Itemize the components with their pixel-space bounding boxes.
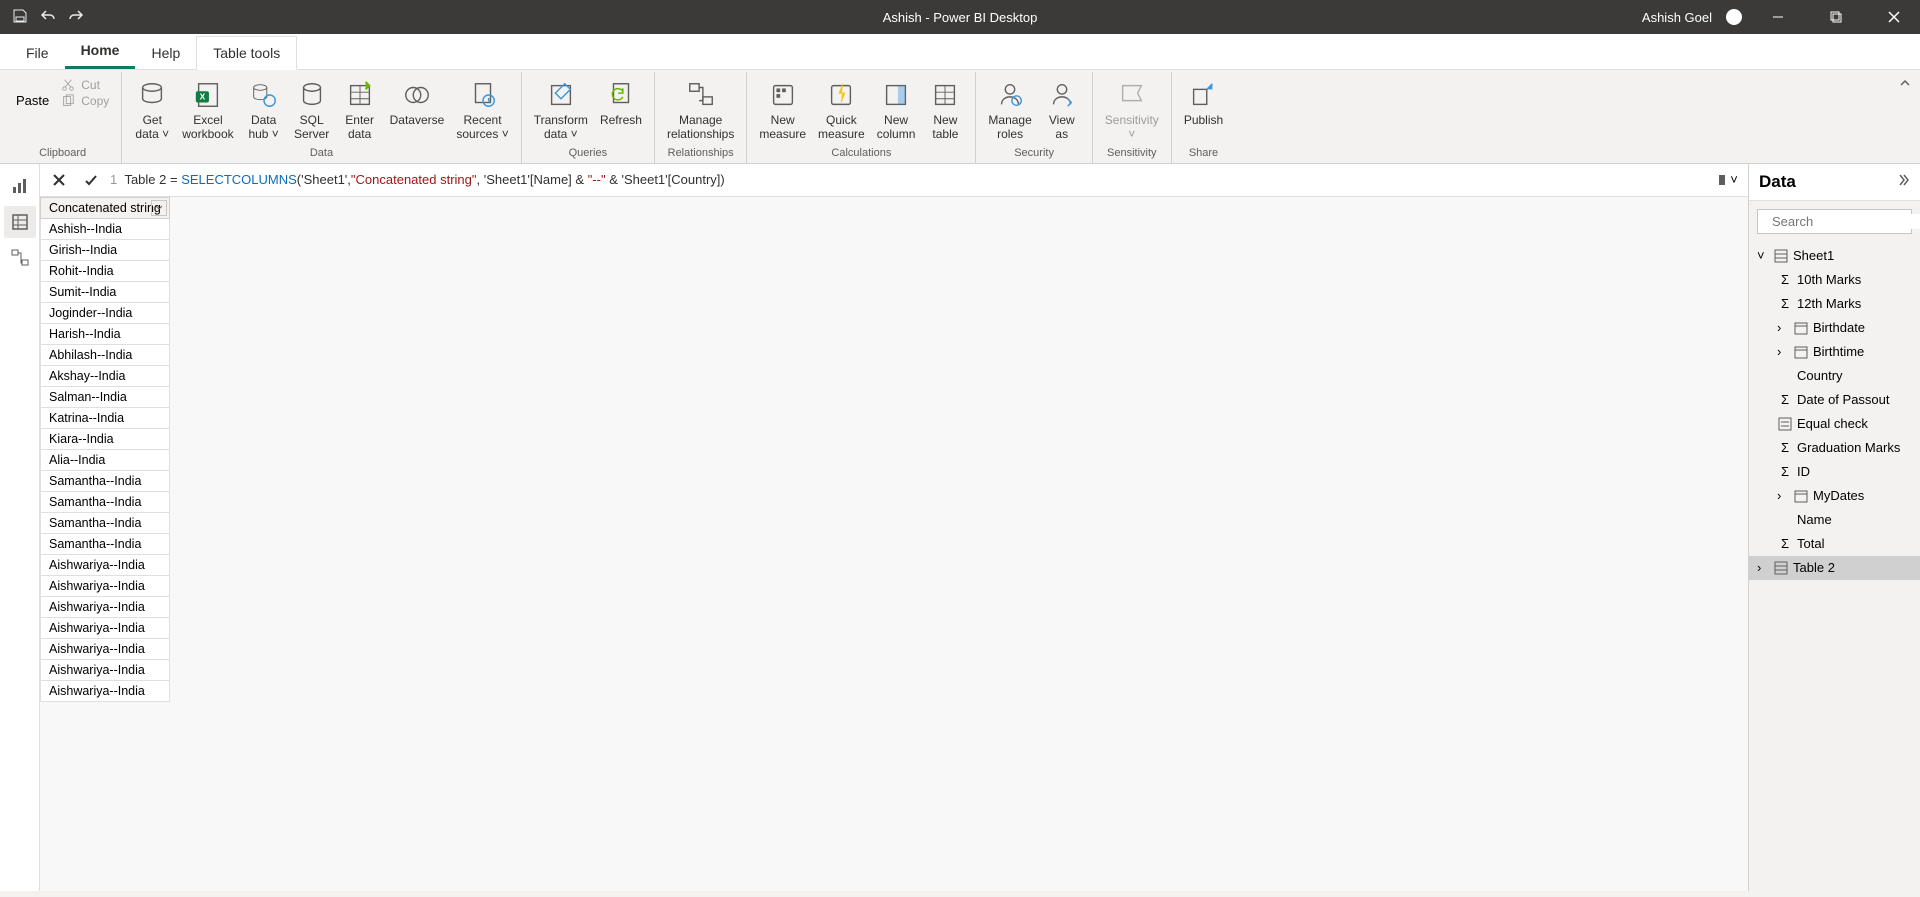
- transform-data-button[interactable]: Transformdata ˅: [530, 76, 592, 144]
- data-view-button[interactable]: [4, 206, 36, 238]
- new-table-button[interactable]: Newtable: [923, 76, 967, 144]
- table-cell[interactable]: Aishwariya--India: [41, 680, 170, 701]
- field-mydates[interactable]: ›MyDates: [1749, 484, 1920, 508]
- field-12th-marks[interactable]: Σ12th Marks: [1749, 292, 1920, 316]
- table-node-table2[interactable]: ›Table 2: [1749, 556, 1920, 580]
- undo-icon[interactable]: [40, 8, 56, 27]
- table-cell[interactable]: Sumit--India: [41, 281, 170, 302]
- field-10th-marks[interactable]: Σ10th Marks: [1749, 268, 1920, 292]
- table-cell[interactable]: Joginder--India: [41, 302, 170, 323]
- user-name: Ashish Goel: [1642, 10, 1712, 25]
- table-cell[interactable]: Rohit--India: [41, 260, 170, 281]
- table-cell[interactable]: Ashish--India: [41, 218, 170, 239]
- tab-table-tools[interactable]: Table tools: [196, 36, 297, 70]
- table-cell[interactable]: Girish--India: [41, 239, 170, 260]
- table-cell[interactable]: Aishwariya--India: [41, 659, 170, 680]
- formula-input[interactable]: 1Table 2 = SELECTCOLUMNS('Sheet1',"Conca…: [110, 172, 1708, 187]
- report-view-button[interactable]: [4, 170, 36, 202]
- excel-workbook-button[interactable]: XExcelworkbook: [178, 76, 237, 144]
- new-measure-button[interactable]: Newmeasure: [755, 76, 810, 144]
- table-cell[interactable]: Samantha--India: [41, 512, 170, 533]
- tab-help[interactable]: Help: [135, 37, 196, 69]
- table-cell[interactable]: Aishwariya--India: [41, 575, 170, 596]
- field-id[interactable]: ΣID: [1749, 460, 1920, 484]
- formula-bar: 1Table 2 = SELECTCOLUMNS('Sheet1',"Conca…: [40, 164, 1748, 197]
- field-country[interactable]: Country: [1749, 364, 1920, 388]
- fields-pane-title: Data: [1759, 172, 1796, 192]
- table-cell[interactable]: Samantha--India: [41, 491, 170, 512]
- dataverse-button[interactable]: Dataverse: [386, 76, 449, 130]
- table-cell[interactable]: Alia--India: [41, 449, 170, 470]
- window-title: Ashish - Power BI Desktop: [883, 10, 1038, 25]
- manage-relationships-button[interactable]: Managerelationships: [663, 76, 738, 144]
- manage-roles-button[interactable]: Manageroles: [984, 76, 1035, 144]
- table-cell[interactable]: Harish--India: [41, 323, 170, 344]
- field-graduation-marks[interactable]: ΣGraduation Marks: [1749, 436, 1920, 460]
- publish-button[interactable]: Publish: [1180, 76, 1227, 130]
- titlebar: Ashish - Power BI Desktop Ashish Goel: [0, 0, 1920, 34]
- table-cell[interactable]: Aishwariya--India: [41, 554, 170, 575]
- avatar[interactable]: [1726, 9, 1742, 25]
- table-cell[interactable]: Salman--India: [41, 386, 170, 407]
- column-filter-icon[interactable]: [151, 200, 167, 216]
- quick-measure-button[interactable]: Quickmeasure: [814, 76, 869, 144]
- table-cell[interactable]: Abhilash--India: [41, 344, 170, 365]
- cut-button: Cut: [61, 78, 109, 92]
- collapse-ribbon-icon[interactable]: [1898, 76, 1912, 93]
- model-view-button[interactable]: [4, 242, 36, 274]
- sql-server-button[interactable]: SQLServer: [290, 76, 334, 144]
- redo-icon[interactable]: [68, 8, 84, 27]
- save-icon[interactable]: [12, 8, 28, 27]
- new-column-button[interactable]: Newcolumn: [873, 76, 920, 144]
- table-cell[interactable]: Katrina--India: [41, 407, 170, 428]
- field-total[interactable]: ΣTotal: [1749, 532, 1920, 556]
- table-node-sheet1[interactable]: ˅Sheet1: [1749, 244, 1920, 268]
- recent-sources-button[interactable]: Recentsources ˅: [452, 76, 512, 144]
- fields-pane: Data ˅Sheet1 Σ10th Marks Σ12th Marks ›Bi…: [1748, 164, 1920, 891]
- view-as-button[interactable]: Viewas: [1040, 76, 1084, 144]
- refresh-button[interactable]: Refresh: [596, 76, 646, 130]
- field-name[interactable]: Name: [1749, 508, 1920, 532]
- enter-data-button[interactable]: Enterdata: [338, 76, 382, 144]
- cancel-formula-button[interactable]: [46, 168, 72, 192]
- close-button[interactable]: [1872, 0, 1916, 34]
- table-cell[interactable]: Aishwariya--India: [41, 617, 170, 638]
- ribbon: Paste Cut Copy Clipboard Getdata ˅ XExce…: [0, 70, 1920, 164]
- commit-formula-button[interactable]: [78, 168, 104, 192]
- maximize-button[interactable]: [1814, 0, 1858, 34]
- tab-home[interactable]: Home: [65, 34, 136, 69]
- copy-button: Copy: [61, 94, 109, 108]
- paste-button[interactable]: Paste: [12, 76, 53, 144]
- column-header[interactable]: Concatenated string: [41, 197, 170, 218]
- field-birthdate[interactable]: ›Birthdate: [1749, 316, 1920, 340]
- table-cell[interactable]: Akshay--India: [41, 365, 170, 386]
- sensitivity-button: Sensitivity˅: [1101, 76, 1163, 144]
- ribbon-tabs: File Home Help Table tools: [0, 34, 1920, 70]
- fields-search[interactable]: [1757, 209, 1912, 234]
- field-date-of-passout[interactable]: ΣDate of Passout: [1749, 388, 1920, 412]
- get-data-button[interactable]: Getdata ˅: [130, 76, 174, 144]
- formula-expand-button[interactable]: ˅: [1714, 172, 1742, 187]
- table-cell[interactable]: Aishwariya--India: [41, 638, 170, 659]
- table-cell[interactable]: Aishwariya--India: [41, 596, 170, 617]
- table-cell[interactable]: Samantha--India: [41, 470, 170, 491]
- field-birthtime[interactable]: ›Birthtime: [1749, 340, 1920, 364]
- view-bar: [0, 164, 40, 891]
- data-table: Concatenated string Ashish--IndiaGirish-…: [40, 197, 170, 702]
- search-input[interactable]: [1772, 214, 1920, 229]
- svg-text:X: X: [200, 92, 206, 102]
- table-cell[interactable]: Samantha--India: [41, 533, 170, 554]
- data-hub-button[interactable]: Datahub ˅: [242, 76, 286, 144]
- tab-file[interactable]: File: [10, 37, 65, 69]
- minimize-button[interactable]: [1756, 0, 1800, 34]
- table-cell[interactable]: Kiara--India: [41, 428, 170, 449]
- field-equal-check[interactable]: Equal check: [1749, 412, 1920, 436]
- collapse-pane-icon[interactable]: [1894, 172, 1910, 191]
